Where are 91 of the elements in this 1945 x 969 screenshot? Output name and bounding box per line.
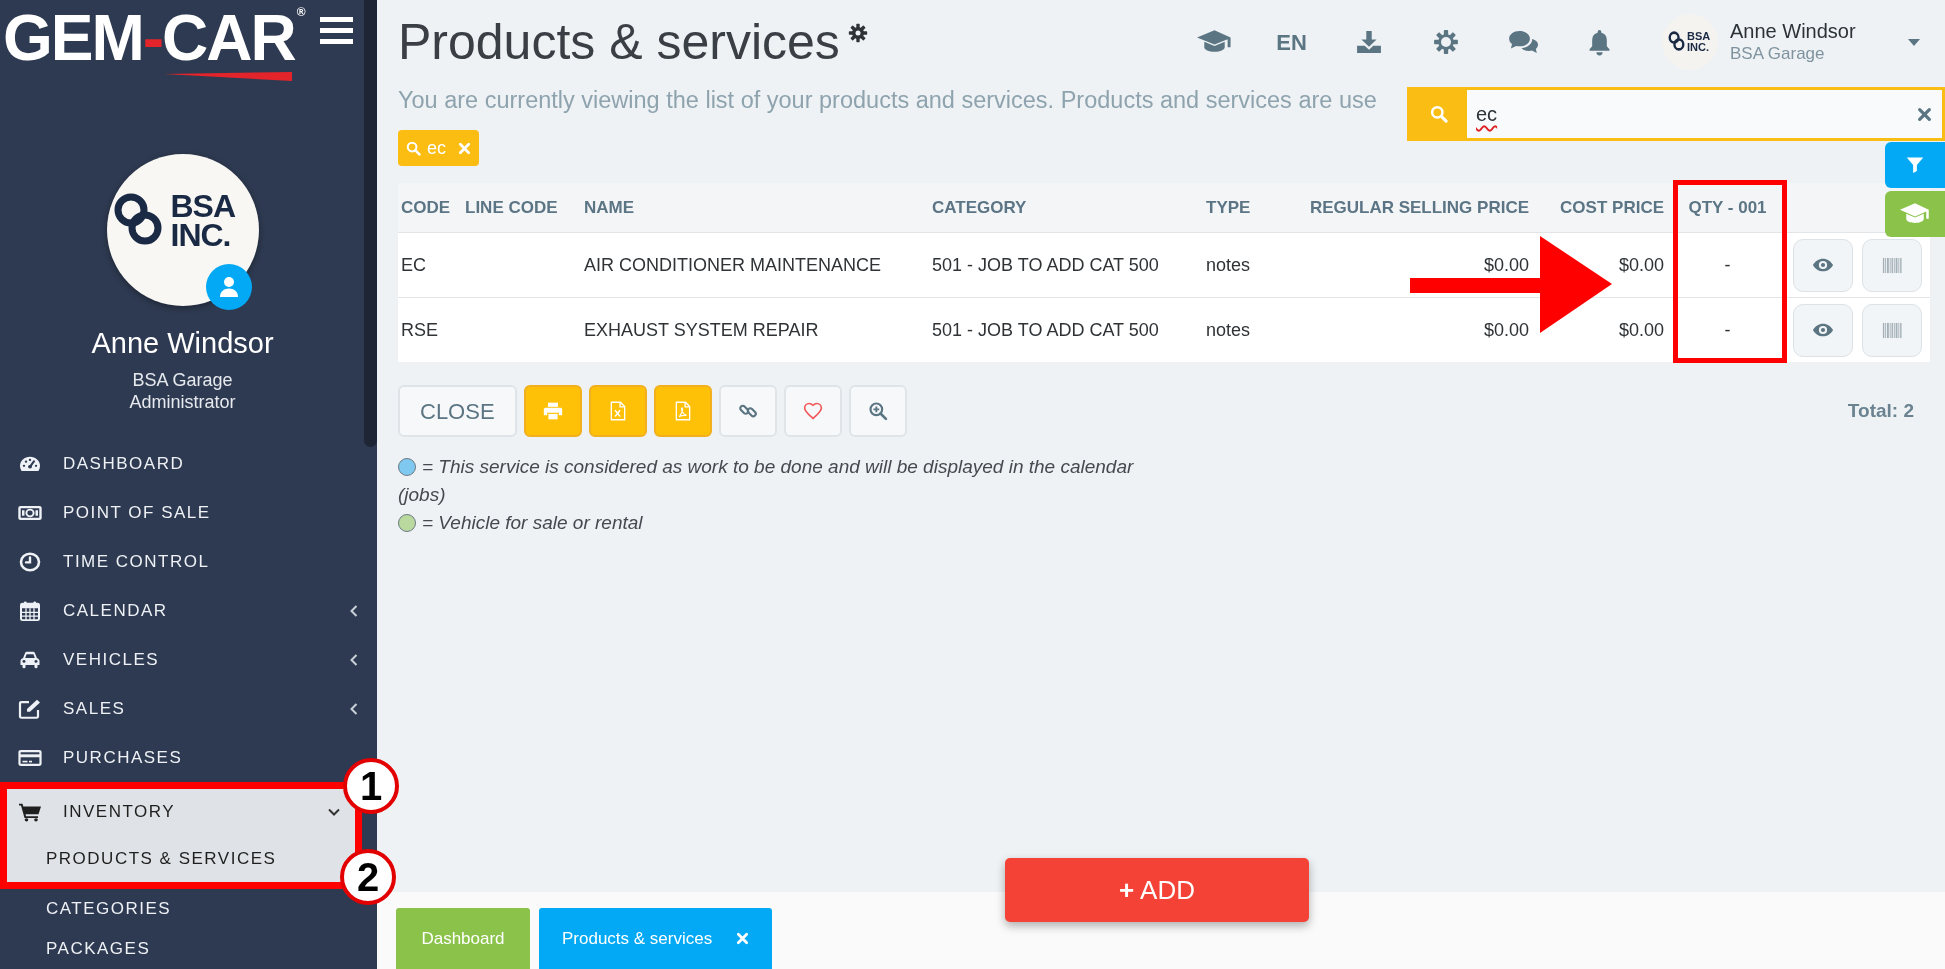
table-cell: $0.00: [1618, 254, 1664, 275]
column-header[interactable]: TYPE: [1206, 197, 1251, 217]
gem-car-logo: GEM-CAR$^{®}$: [3, 6, 306, 84]
table-cell: $0.00: [1618, 319, 1664, 340]
table-cell: RSE: [401, 319, 438, 340]
logo-text: BSA: [1687, 31, 1711, 42]
chevron-left-icon[interactable]: [350, 702, 358, 715]
view-button[interactable]: [1793, 238, 1853, 292]
filter-icon: [1906, 156, 1924, 174]
table-cell: $0.00: [1483, 319, 1529, 340]
user-name: Anne Windsor: [1730, 19, 1857, 43]
table-cell: 501 - JOB TO ADD CAT 500: [932, 319, 1159, 340]
scrollbar-thumb[interactable]: [364, 0, 377, 447]
logo-text: INC.: [170, 221, 232, 250]
logo-text: INC.: [1687, 42, 1710, 53]
menu-item[interactable]: INVENTORY: [18, 799, 176, 825]
menu-item[interactable]: SALES: [18, 695, 126, 722]
page-title: Products & services: [398, 17, 840, 67]
view-button[interactable]: [1793, 303, 1853, 357]
table-cell: -: [1724, 254, 1731, 275]
table-cell: -: [1724, 319, 1731, 340]
table-cell: EC: [401, 254, 426, 275]
menu-item[interactable]: VEHICLES: [18, 646, 160, 673]
caret-down-icon[interactable]: [1908, 38, 1920, 46]
add-button[interactable]: + ADD: [1005, 858, 1309, 922]
menu-item[interactable]: POINT OF SALE: [18, 499, 211, 526]
rings-icon: [1668, 30, 1685, 52]
favorite-button[interactable]: [783, 385, 842, 437]
chevron-left-icon[interactable]: [350, 653, 358, 666]
profile-role: Administrator: [129, 391, 236, 413]
table-cell: EXHAUST SYSTEM REPAIR: [584, 319, 819, 340]
legend-text: = This service is considered as work to be done and will be displayed in the calendar (jobs): [398, 456, 1134, 505]
bell-icon[interactable]: [1588, 28, 1611, 56]
table-cell: 501 - JOB TO ADD CAT 500: [932, 254, 1159, 275]
step-marker: 1: [343, 758, 399, 814]
column-header[interactable]: CATEGORY: [932, 197, 1027, 217]
gear-icon[interactable]: [847, 23, 868, 43]
zoom-in-icon: [867, 401, 888, 421]
search-field[interactable]: ec: [1467, 90, 1942, 138]
graduation-cap-icon[interactable]: [1197, 29, 1232, 55]
submenu-item[interactable]: CATEGORIES: [46, 896, 172, 922]
table-cell: notes: [1206, 254, 1251, 275]
column-header[interactable]: NAME: [584, 197, 635, 217]
profile-company: BSA Garage: [132, 369, 233, 391]
chevron-left-icon[interactable]: [350, 604, 358, 617]
language-button[interactable]: EN: [1276, 25, 1307, 59]
barcode-icon: [1882, 256, 1902, 274]
clock-icon: [18, 550, 42, 573]
search-icon: [406, 140, 421, 156]
column-header[interactable]: QTY - 001: [1688, 197, 1767, 217]
printer-icon: [542, 401, 563, 421]
user-badge-icon[interactable]: [205, 264, 252, 310]
chat-icon[interactable]: [1507, 30, 1538, 54]
menu-item[interactable]: TIME CONTROL: [18, 548, 210, 575]
column-header[interactable]: REGULAR SELLING PRICE: [1309, 197, 1529, 217]
close-button[interactable]: CLOSE: [398, 385, 517, 437]
submenu-item[interactable]: PACKAGES: [46, 936, 151, 962]
heart-icon: [802, 401, 823, 421]
user-company: BSA Garage: [1730, 43, 1826, 65]
graduation-cap-icon: [1900, 202, 1930, 226]
close-icon[interactable]: [736, 932, 750, 945]
search-icon: [1429, 105, 1448, 123]
column-header[interactable]: COST PRICE: [1560, 197, 1664, 217]
table-cell: AIR CONDITIONER MAINTENANCE: [584, 254, 882, 275]
menu-item[interactable]: CALENDAR: [18, 597, 168, 624]
filter-button[interactable]: [1885, 142, 1945, 188]
user-avatar[interactable]: BSA INC.: [1662, 14, 1718, 70]
cart-icon: [18, 801, 42, 823]
table-cell: $0.00: [1483, 254, 1529, 275]
zoom-button[interactable]: [848, 385, 907, 437]
submenu-item[interactable]: PRODUCTS & SERVICES: [46, 845, 277, 872]
profile-name: Anne Windsor: [91, 326, 274, 361]
legend-text: = Vehicle for sale or rental: [422, 512, 643, 533]
tab[interactable]: Products & services: [539, 908, 773, 969]
cog-icon[interactable]: [1432, 29, 1459, 55]
menu-item[interactable]: DASHBOARD: [18, 450, 185, 477]
chevron-down-icon[interactable]: [328, 808, 340, 816]
page-description: You are currently viewing the list of your products and services. Products and services are use: [398, 86, 1378, 114]
column-header[interactable]: LINE CODE: [465, 197, 558, 217]
logo-text: BSA: [170, 192, 236, 221]
table-cell: notes: [1206, 319, 1251, 340]
clear-icon[interactable]: [1917, 106, 1932, 122]
link-button[interactable]: [718, 385, 777, 437]
download-icon[interactable]: [1355, 30, 1382, 54]
edit-icon: [18, 697, 42, 720]
menu-item[interactable]: PURCHASES: [18, 744, 183, 771]
menu-icon[interactable]: [320, 17, 353, 44]
column-header[interactable]: CODE: [401, 197, 451, 217]
total-count: Total: 2: [1847, 398, 1914, 423]
barcode-icon: [1882, 321, 1902, 339]
calendar-icon: [18, 599, 42, 622]
